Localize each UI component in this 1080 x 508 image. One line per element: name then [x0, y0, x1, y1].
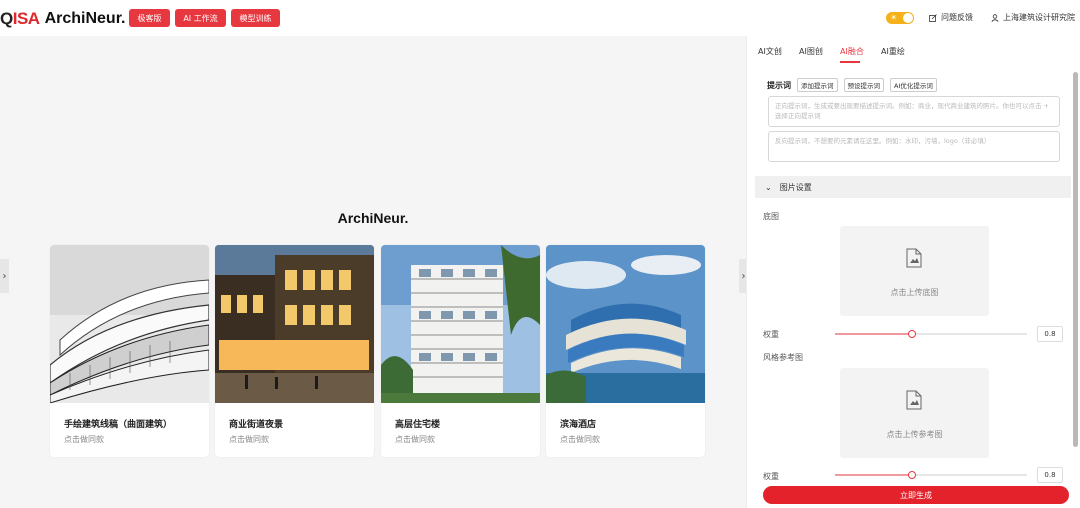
slider-fill	[835, 474, 912, 476]
logo-mark: QISA	[0, 9, 40, 28]
tab-ai-fusion[interactable]: AI融合	[840, 46, 864, 57]
chevron-right-icon: ›	[741, 270, 746, 282]
style-upload-text: 点击上传参考图	[886, 430, 943, 439]
institute-label: 上海建筑设计研究院	[1003, 13, 1075, 22]
toggle-knob	[903, 13, 913, 23]
generate-button[interactable]: 立即生成	[763, 486, 1069, 504]
active-tab-indicator	[840, 61, 860, 63]
card-subtitle: 点击做同款	[560, 435, 600, 444]
template-card-seaside-hotel[interactable]: 滨海酒店 点击做同款	[546, 245, 705, 457]
file-image-icon	[906, 248, 922, 268]
negative-prompt-input[interactable]: 反向提示词，不想要的元素请在这里。例如：水印，污墙，logo（非必填）	[768, 131, 1060, 162]
chevron-down-icon: ⌄	[765, 182, 772, 192]
card-title: 高层住宅楼	[395, 420, 441, 430]
template-card-sketch[interactable]: 手绘建筑线稿（曲面建筑） 点击做同款	[50, 245, 209, 457]
slider-knob[interactable]	[907, 330, 916, 338]
side-panel: AI文创 AI图创 AI融合 AI重绘 提示词 添加提示词 预设提示词 AI优化…	[746, 36, 1080, 508]
institute-account[interactable]: 上海建筑设计研究院	[991, 12, 1075, 23]
edit-icon	[929, 13, 937, 22]
weight-slider-2[interactable]	[835, 471, 1027, 479]
logo-text: ArchiNeur.	[44, 10, 126, 27]
image-settings-header[interactable]: ⌄ 图片设置	[755, 176, 1071, 198]
sun-icon: ☀	[890, 13, 898, 22]
geek-edition-button[interactable]: 极客版	[129, 9, 170, 27]
weight-value-1[interactable]: 0.8	[1037, 326, 1063, 342]
card-subtitle: 点击做同款	[229, 435, 269, 444]
base-upload-text: 点击上传底图	[890, 288, 939, 297]
style-reference-label: 风格参考图	[763, 353, 803, 362]
ai-workflow-button[interactable]: AI 工作流	[175, 9, 226, 27]
card-image-residential-tower	[381, 245, 540, 403]
template-card-residential-tower[interactable]: 高层住宅楼 点击做同款	[381, 245, 540, 457]
user-icon	[991, 13, 999, 22]
card-title: 商业街道夜景	[229, 420, 284, 430]
card-image-night-street	[215, 245, 374, 403]
weight-slider-1[interactable]	[835, 330, 1027, 338]
slider-fill	[835, 333, 912, 335]
tab-ai-redraw[interactable]: AI重绘	[881, 46, 905, 57]
weight-label-1: 权重	[763, 330, 779, 339]
prompt-section: 提示词 添加提示词 预设提示词 AI优化提示词 正向提示词，生成或要出现要描述提…	[755, 72, 1071, 167]
prompt-header: 提示词 添加提示词 预设提示词 AI优化提示词	[767, 78, 937, 92]
preset-prompt-button[interactable]: 预设提示词	[843, 78, 884, 92]
weight-label-2: 权重	[763, 472, 779, 481]
card-image-seaside-hotel	[546, 245, 705, 403]
top-bar: QISA ArchiNeur. 极客版 AI 工作流 模型训练 ☀ 问题反馈 上…	[0, 0, 1080, 36]
image-settings-title: 图片设置	[779, 182, 812, 192]
main-area: › › ArchiNeur. 手绘建筑线稿（曲面建筑） 点击做同款 商业街道夜景…	[0, 36, 748, 508]
feedback-label: 问题反馈	[941, 13, 973, 22]
card-title: 手绘建筑线稿（曲面建筑）	[64, 420, 173, 430]
page-title: ArchiNeur.	[337, 210, 409, 226]
feedback-link[interactable]: 问题反馈	[929, 12, 973, 23]
template-card-night-street[interactable]: 商业街道夜景 点击做同款	[215, 245, 374, 457]
tab-ai-cultural[interactable]: AI文创	[758, 46, 782, 57]
slider-knob[interactable]	[907, 471, 916, 479]
card-subtitle: 点击做同款	[64, 435, 104, 444]
base-image-upload[interactable]: 点击上传底图	[840, 226, 989, 316]
theme-toggle[interactable]: ☀	[886, 12, 914, 24]
weight-value-2[interactable]: 0.8	[1037, 467, 1063, 483]
card-title: 滨海酒店	[560, 420, 597, 430]
panel-scrollbar[interactable]	[1073, 72, 1078, 447]
expand-left-button[interactable]: ›	[0, 259, 9, 293]
tab-bar: AI文创 AI图创 AI融合 AI重绘	[747, 36, 1080, 68]
add-prompt-button[interactable]: 添加提示词	[797, 78, 838, 92]
card-subtitle: 点击做同款	[395, 435, 435, 444]
base-image-label: 底图	[763, 212, 779, 221]
prompt-label: 提示词	[767, 80, 791, 90]
chevron-right-icon: ›	[2, 270, 7, 282]
model-training-button[interactable]: 模型训练	[231, 9, 280, 27]
style-reference-upload[interactable]: 点击上传参考图	[840, 368, 989, 458]
positive-prompt-input[interactable]: 正向提示词，生成或要出现要描述提示词。例如：商业，现代商业建筑的照片。你也可以点…	[768, 96, 1060, 127]
ai-optimize-prompt-button[interactable]: AI优化提示词	[890, 78, 937, 92]
file-image-icon	[906, 390, 922, 410]
tab-ai-image[interactable]: AI图创	[799, 46, 823, 57]
logo[interactable]: QISA ArchiNeur.	[0, 9, 126, 29]
card-image-sketch	[50, 245, 209, 404]
